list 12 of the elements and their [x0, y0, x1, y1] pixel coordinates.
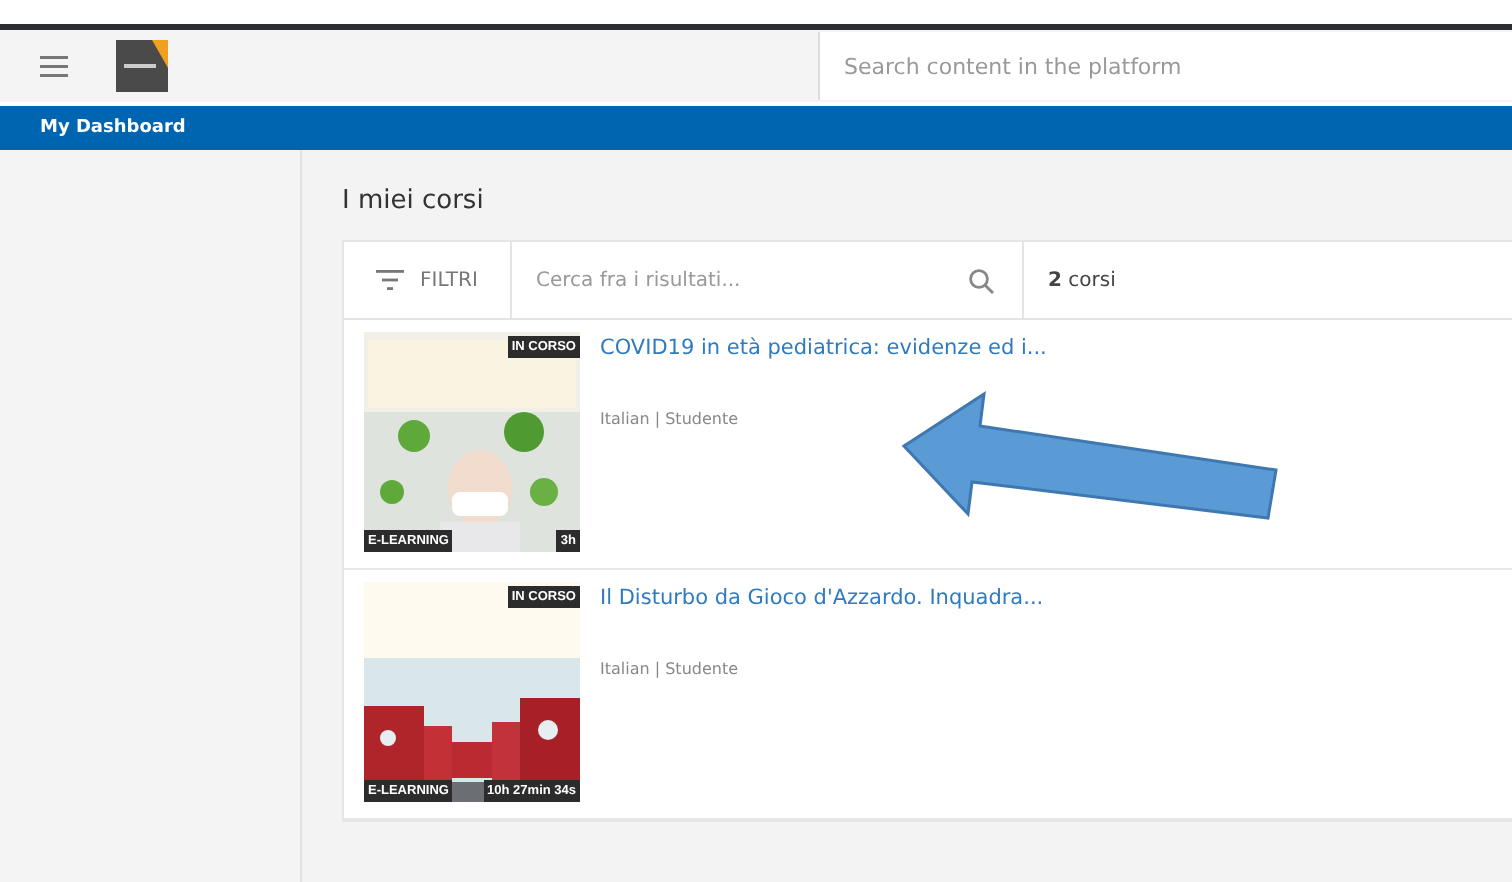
- result-count: 2 corsi: [1046, 269, 1116, 291]
- course-title-link[interactable]: COVID19 in età pediatrica: evidenze ed i...: [600, 336, 1047, 360]
- nav-title: My Dashboard: [40, 118, 186, 138]
- search-icon[interactable]: [968, 267, 994, 293]
- menu-icon[interactable]: [40, 55, 68, 77]
- page-title: I miei corsi: [342, 186, 486, 216]
- logo-icon[interactable]: [116, 40, 168, 92]
- course-title-link[interactable]: Il Disturbo da Gioco d'Azzardo. Inquadra...: [600, 586, 1044, 610]
- course-meta: Italian | Studente: [600, 660, 741, 678]
- filter-icon: [376, 270, 404, 290]
- course-meta: Italian | Studente: [600, 410, 741, 428]
- search-field[interactable]: Search content in the platform: [818, 32, 1512, 100]
